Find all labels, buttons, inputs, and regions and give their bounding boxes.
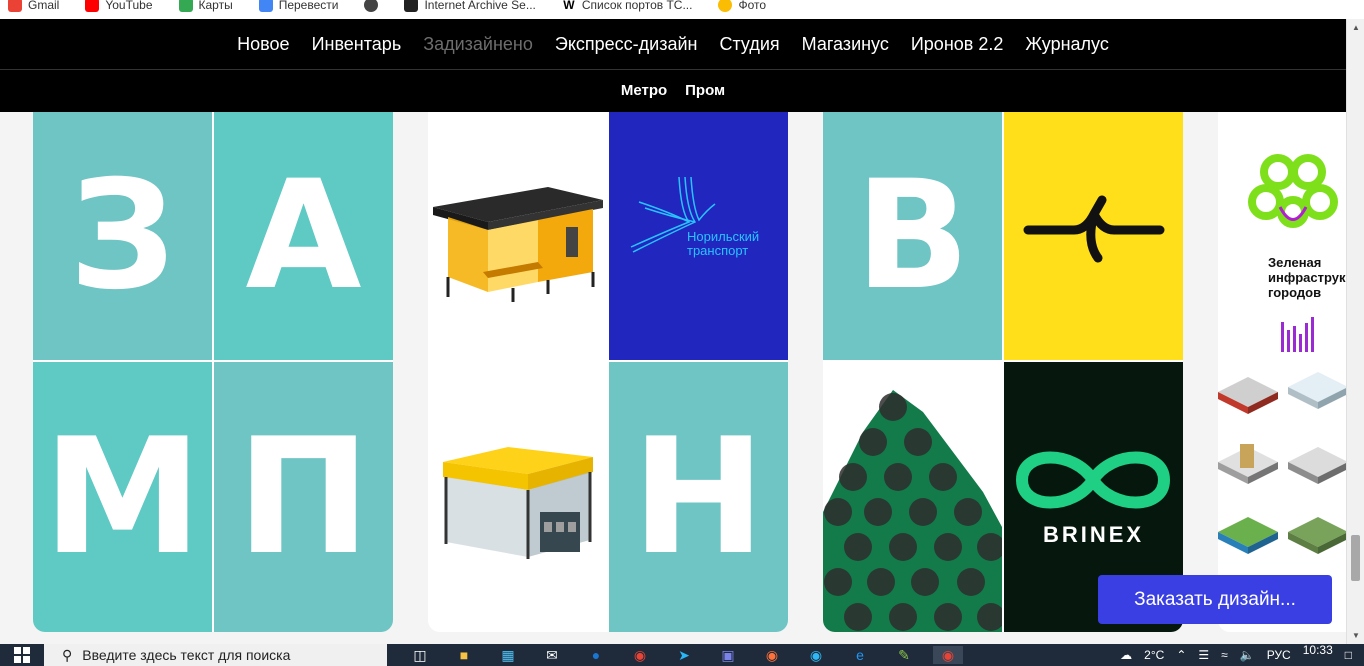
tile-letter: Н (631, 403, 766, 590)
bookmark-gmail[interactable]: Gmail (8, 0, 59, 12)
brinex-brand-text: BRINEX (1042, 522, 1145, 547)
taskbar-search-input[interactable]: ⚲ Введите здесь текст для поиска (44, 644, 387, 666)
site-nav: Новое Инвентарь Задизайнено Экспресс-диз… (0, 19, 1346, 112)
tile-letter: А (245, 149, 362, 323)
nav-item-journal[interactable]: Журналус (1025, 34, 1108, 55)
telegram-icon[interactable]: ➤ (669, 646, 699, 664)
nav-item-shop[interactable]: Магазинус (802, 34, 889, 55)
scrollbar-thumb[interactable] (1351, 535, 1360, 581)
network-icon[interactable]: ☰ (1198, 648, 1209, 662)
search-icon: ⚲ (62, 646, 73, 663)
chrome-icon[interactable]: ◉ (625, 646, 655, 664)
bookmark-internet-archive[interactable]: Internet Archive Se... (404, 0, 536, 12)
wifi-icon[interactable]: ≈ (1221, 648, 1228, 662)
green-infra-logo-tile: Зеленая инфраструк городов (1218, 112, 1364, 360)
volume-icon[interactable]: 🔈 (1240, 648, 1255, 662)
system-tray: ☁ 2°C ⌃ ☰ ≈ 🔈 РУС 10:33 □ (1120, 643, 1364, 662)
tile-letter-n: Н (609, 362, 788, 632)
tile-letter: П (236, 403, 371, 590)
page-scrollbar[interactable]: ▲ ▼ (1346, 19, 1364, 644)
green-tree-icon (1248, 154, 1338, 352)
app-icon[interactable]: ● (581, 646, 611, 664)
green-pattern-illustration (823, 390, 1002, 632)
green-pattern-tile (823, 362, 1002, 632)
tile-letter-m: М (33, 362, 212, 632)
scroll-down-icon[interactable]: ▼ (1352, 631, 1360, 640)
chrome-active-icon[interactable]: ◉ (933, 646, 963, 664)
bus-stop-illustration (433, 187, 603, 302)
brinex-symbol-tile (1004, 112, 1183, 360)
wikipedia-icon: W (561, 0, 576, 12)
scroll-up-icon[interactable]: ▲ (1352, 23, 1360, 32)
nav-sub-metro[interactable]: Метро (621, 82, 667, 99)
file-explorer-icon[interactable]: ■ (449, 646, 479, 664)
nav-sub-prom[interactable]: Пром (685, 82, 725, 99)
tile-letter: З (69, 149, 176, 323)
nav-main: Новое Инвентарь Задизайнено Экспресс-диз… (0, 19, 1346, 70)
brinex-symbol-icon (1023, 195, 1165, 263)
kiosk-image (428, 362, 607, 632)
tile-letter-z: З (33, 112, 212, 360)
nav-item-inventory[interactable]: Инвентарь (312, 34, 402, 55)
maps-icon (178, 0, 193, 12)
order-design-button[interactable]: Заказать дизайн... (1098, 575, 1332, 624)
ie-icon[interactable]: e (845, 646, 875, 664)
gmail-icon (8, 0, 22, 12)
browser-viewport: Gmail YouTube Карты Перевести Internet A… (0, 0, 1364, 666)
bookmark-maps[interactable]: Карты (178, 0, 233, 12)
task-view-icon[interactable]: ◫ (405, 646, 435, 664)
archive-icon (404, 0, 419, 12)
tile-letter-a: А (214, 112, 393, 360)
clock[interactable]: 10:33 (1303, 643, 1333, 657)
green-infra-text: Зеленая инфраструк городов (1268, 255, 1346, 300)
nav-item-studio[interactable]: Студия (719, 34, 779, 55)
windows-start-icon[interactable] (0, 644, 44, 666)
photos-icon (718, 0, 733, 12)
bookmark-unnamed[interactable] (364, 0, 379, 12)
bus-stop-image (428, 112, 607, 360)
youtube-icon (85, 0, 100, 12)
nav-sub: Метро Пром (0, 70, 1346, 111)
tile-letter: В (855, 149, 970, 323)
norilsk-logo-text: Норильский транспорт (687, 229, 760, 258)
teams-icon[interactable]: ▣ (713, 646, 743, 664)
weather-temp[interactable]: 2°C (1144, 648, 1164, 662)
bookmark-youtube[interactable]: YouTube (85, 0, 153, 12)
chevron-up-icon[interactable]: ⌃ (1176, 648, 1186, 662)
bookmark-translate[interactable]: Перевести (258, 0, 338, 12)
globe-icon (364, 0, 379, 12)
tile-letter: М (42, 403, 203, 590)
notes-icon[interactable]: ✎ (889, 646, 919, 664)
firefox-icon[interactable]: ◉ (757, 646, 787, 664)
nav-item-designed[interactable]: Задизайнено (423, 34, 533, 55)
bookmark-photos[interactable]: Фото (718, 0, 766, 12)
bookmark-tcp-ports[interactable]: W Список портов TC... (561, 0, 692, 12)
nav-item-express-design[interactable]: Экспресс-дизайн (555, 34, 698, 55)
taskbar-apps: ◫ ■ ▦ ✉ ● ◉ ➤ ▣ ◉ ◉ e ✎ ◉ (405, 646, 963, 664)
windows-taskbar: ⚲ Введите здесь текст для поиска ◫ ■ ▦ ✉… (0, 643, 1364, 666)
portfolio-card-zamp[interactable]: З А М П (33, 112, 393, 632)
portfolio-card-brinex[interactable]: В BRINEX (823, 112, 1183, 632)
nav-item-new[interactable]: Новое (237, 34, 289, 55)
portfolio-card-green-infra[interactable]: Зеленая инфраструк городов (1218, 112, 1364, 632)
nav-item-ironov[interactable]: Иронов 2.2 (911, 34, 1004, 55)
kiosk-illustration (443, 447, 593, 559)
weather-icon[interactable]: ☁ (1120, 648, 1132, 662)
edge-icon[interactable]: ◉ (801, 646, 831, 664)
bookmarks-bar: Gmail YouTube Карты Перевести Internet A… (0, 0, 1364, 19)
norilsk-logo-tile: Норильский транспорт (609, 112, 788, 360)
tile-letter-p: П (214, 362, 393, 632)
store-icon[interactable]: ▦ (493, 646, 523, 664)
portfolio-card-norilsk[interactable]: Норильский транспорт Н (428, 112, 788, 632)
language-indicator[interactable]: РУС (1267, 648, 1291, 662)
notifications-icon[interactable]: □ (1345, 648, 1352, 662)
tile-letter-v: В (823, 112, 1002, 360)
translate-icon (258, 0, 273, 12)
mail-icon[interactable]: ✉ (537, 646, 567, 664)
